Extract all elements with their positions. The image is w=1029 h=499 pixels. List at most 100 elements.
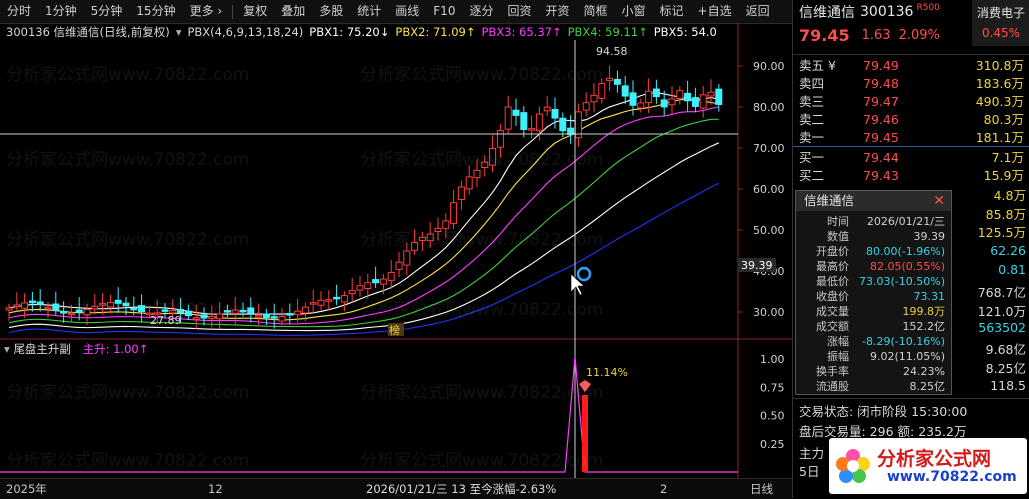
candle-body (83, 308, 91, 316)
quote-stat-value: 8.25亿 (985, 361, 1026, 376)
popup-row-label: 换手率 (816, 365, 849, 378)
candle-body (660, 99, 668, 108)
popup-row-label: 时间 (827, 215, 849, 228)
fund-label: 主力 (799, 446, 825, 461)
candle-body (348, 290, 356, 295)
candle-body (543, 106, 551, 112)
candle-body (130, 307, 138, 311)
candle-body (403, 250, 411, 266)
candle-body (387, 271, 395, 281)
candle-body (216, 313, 224, 320)
quote-stat-value: 4.8万 (993, 188, 1026, 203)
order-book-row[interactable]: 卖四 79.48 183.6万 (793, 75, 1029, 92)
popup-row-value: 39.39 (913, 230, 946, 243)
popup-row-value: 24.23% (903, 365, 945, 378)
order-book-row[interactable]: 卖二 79.46 80.3万 (793, 111, 1029, 128)
popup-row: 流通股 8.25亿 (796, 379, 951, 394)
level-volume: 310.8万 (975, 58, 1024, 73)
candle-body (699, 94, 707, 109)
quote-stat-value: 118.5 (990, 378, 1026, 393)
kline-chart[interactable]: 90.0080.0070.0060.0050.0040.0030.0039.39… (0, 0, 792, 478)
candle-body (426, 233, 434, 242)
order-book-row[interactable]: 卖三 79.47 490.3万 (793, 93, 1029, 110)
site-logo: 分析家公式网 www.70822.com (829, 438, 1027, 494)
candle-body (512, 109, 520, 116)
sector-change: 0.45% (981, 26, 1021, 40)
level-price: 79.49 (863, 58, 899, 73)
candle-body (645, 90, 653, 104)
candle-body (598, 83, 606, 99)
sub-indicator-title[interactable]: 尾盘主升副 (13, 342, 71, 356)
candle-body (715, 88, 723, 105)
close-icon[interactable]: ✕ (933, 191, 945, 211)
candle-body (613, 78, 621, 85)
bar-info-popup: 信维通信 ✕ 时间 2026/01/21/三 数值 39.39 开盘价 80.00(-1.… (795, 190, 952, 395)
popup-row: 收盘价 73.31 (796, 289, 951, 304)
candle-body (707, 91, 715, 97)
popup-row-label: 流通股 (816, 380, 849, 393)
candle-body (262, 313, 270, 319)
level-label: 买一 (799, 150, 825, 165)
candle-body (629, 92, 637, 106)
divider (793, 398, 1029, 399)
candle-body (606, 77, 614, 82)
candle-body (340, 295, 348, 303)
popup-row-value: -8.29(-10.16%) (862, 335, 945, 348)
period-label[interactable]: 日线 (750, 479, 773, 499)
candle-body (442, 220, 450, 229)
candle-body (520, 112, 528, 130)
order-book-row[interactable]: 卖五 ¥ 79.49 310.8万 (793, 57, 1029, 74)
stock-name: 信维通信 (799, 4, 855, 21)
candle-body (434, 227, 442, 232)
candle-body (5, 307, 13, 311)
sector-box[interactable]: 消费电子 0.45% (972, 0, 1029, 46)
price-axis-label: 60.00 (753, 183, 785, 196)
candle-body (621, 85, 629, 97)
candle-body (652, 88, 660, 98)
candle-body (317, 299, 325, 306)
candle-body (504, 106, 512, 130)
level-price: 79.43 (863, 168, 899, 183)
candle-body (372, 279, 380, 284)
popup-row-value: 82.05(0.55%) (869, 260, 945, 273)
price-axis-label: 80.00 (753, 101, 785, 114)
quote-stat-value: 9.68亿 (985, 342, 1026, 357)
candle-body (411, 241, 419, 251)
price-axis-label: 70.00 (753, 142, 785, 155)
candle-body (481, 161, 489, 168)
popup-row-label: 振幅 (827, 350, 849, 363)
level-volume: 80.3万 (983, 112, 1024, 127)
order-book-row[interactable]: 买一 79.44 7.1万 (793, 149, 1029, 166)
candle-body (637, 102, 645, 109)
popup-row: 时间 2026/01/21/三 (796, 214, 951, 229)
candle-body (379, 278, 387, 285)
month-label: 2 (660, 482, 668, 496)
price-change-pct: 2.09% (898, 27, 940, 43)
candle-body (231, 309, 239, 314)
popup-row-value: 2026/01/21/三 (866, 215, 945, 228)
popup-row: 换手率 24.23% (796, 364, 951, 379)
candle-body (255, 315, 263, 318)
cursor-marker-icon (576, 266, 592, 282)
candle-body (60, 311, 68, 314)
candle-body (325, 299, 333, 302)
flower-logo-icon (836, 449, 870, 483)
level-volume: 181.1万 (975, 130, 1024, 145)
last-price: 79.45 (799, 25, 850, 45)
stock-code: 300136 (860, 3, 914, 20)
year-label: 2025年 (6, 482, 47, 496)
order-book-row[interactable]: 卖一 79.45 181.1万 (793, 129, 1029, 146)
candle-body (200, 314, 208, 319)
sub-indicator-dropdown-icon[interactable]: ▾ (4, 342, 10, 356)
quote-stat-value: 62.26 (990, 243, 1026, 258)
popup-row-label: 数值 (827, 230, 849, 243)
cursor-date-info: 2026/01/21/三 13 至今涨幅-2.63% (366, 482, 557, 496)
candle-body (208, 316, 216, 319)
high-price-annotation: 94.58 (596, 45, 628, 58)
candle-body (457, 186, 465, 200)
candle-body (301, 306, 309, 314)
level-label: 卖五 ¥ (799, 58, 836, 73)
order-book-row[interactable]: 买二 79.43 15.9万 (793, 167, 1029, 184)
candle-body (364, 282, 372, 290)
candle-body (676, 90, 684, 100)
